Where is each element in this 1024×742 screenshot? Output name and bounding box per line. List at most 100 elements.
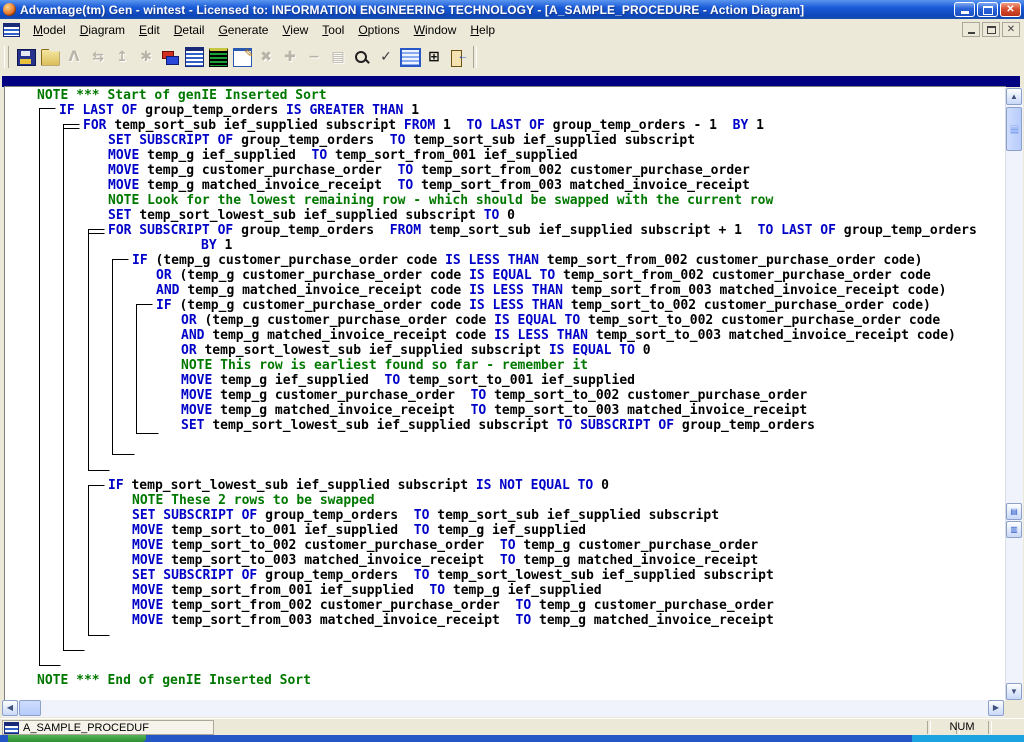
- menu-view[interactable]: View: [275, 20, 315, 40]
- title-bar[interactable]: Advantage(tm) Gen - wintest - Licensed t…: [0, 0, 1024, 19]
- code-line: SET temp_sort_lowest_sub ief_supplied su…: [108, 209, 515, 222]
- code-line: IF (temp_g customer_purchase_order code …: [132, 254, 923, 267]
- code-line: MOVE temp_sort_to_002 customer_purchase_…: [132, 539, 758, 552]
- code-line: BY 1: [201, 239, 232, 252]
- scroll-right-button[interactable]: ▶: [988, 700, 1004, 716]
- code-line: MOVE temp_sort_to_003 matched_invoice_re…: [132, 554, 758, 567]
- code-line: MOVE temp_sort_from_003 matched_invoice_…: [132, 614, 774, 627]
- tile-windows-icon[interactable]: ⊞: [422, 45, 446, 69]
- code-line: IF temp_sort_lowest_sub ief_supplied sub…: [108, 479, 609, 492]
- add-icon[interactable]: ✚: [278, 45, 302, 69]
- vertical-scrollbar[interactable]: ▲ ▤ ▥ ▼: [1005, 88, 1023, 700]
- code-window-icon[interactable]: [206, 45, 230, 69]
- code-line: NOTE This row is earliest found so far -…: [181, 359, 588, 372]
- procedure-tab[interactable]: A_SAMPLE_PROCEDUF: [2, 720, 214, 735]
- code-line: AND temp_g matched_invoice_receipt code …: [181, 329, 956, 342]
- save-icon[interactable]: [14, 45, 38, 69]
- scroll-left-button[interactable]: ◀: [2, 700, 18, 716]
- copy-structure-icon[interactable]: ⇆: [86, 45, 110, 69]
- action-diagram-icon[interactable]: [3, 23, 20, 37]
- app-icon: [3, 3, 16, 16]
- code-line: NOTE *** Start of genIE Inserted Sort: [37, 89, 327, 102]
- code-line: SET SUBSCRIPT OF group_temp_orders TO te…: [132, 509, 719, 522]
- menu-diagram[interactable]: Diagram: [73, 20, 132, 40]
- toolbar-buttons: Λ⇆↥✱ ✖✚−▤ ✓ ⊞: [14, 45, 470, 69]
- remove-icon[interactable]: −: [302, 45, 326, 69]
- mdi-close-button[interactable]: ✕: [1002, 22, 1020, 37]
- minimize-button[interactable]: [954, 2, 975, 17]
- status-bar: A_SAMPLE_PROCEDUF NUM: [0, 718, 1024, 736]
- scroll-down-button[interactable]: ▼: [1006, 683, 1022, 700]
- menu-generate[interactable]: Generate: [211, 20, 275, 40]
- scroll-up-button[interactable]: ▲: [1006, 88, 1022, 105]
- blocks-icon[interactable]: [158, 45, 182, 69]
- scroll-page-down-button[interactable]: ▥: [1006, 521, 1022, 538]
- code-line: MOVE temp_g ief_supplied TO temp_sort_fr…: [108, 149, 578, 162]
- code-line: OR (temp_g customer_purchase_order code …: [156, 269, 931, 282]
- code-line: MOVE temp_g matched_invoice_receipt TO t…: [108, 179, 750, 192]
- code-line: IF LAST OF group_temp_orders IS GREATER …: [59, 104, 419, 117]
- edit-window-icon[interactable]: [230, 45, 254, 69]
- restore-button[interactable]: [977, 2, 998, 17]
- menu-bar-items: ModelDiagramEditDetailGenerateViewToolOp…: [26, 20, 502, 40]
- code-line: MOVE temp_g customer_purchase_order TO t…: [181, 389, 807, 402]
- system-tray-sliver: [912, 735, 1024, 742]
- code-line: AND temp_g matched_invoice_receipt code …: [156, 284, 947, 297]
- detail-window-icon[interactable]: [182, 45, 206, 69]
- menu-edit[interactable]: Edit: [132, 20, 167, 40]
- toolbar-separator: [473, 46, 477, 68]
- move-up-icon[interactable]: ↥: [110, 45, 134, 69]
- pages-icon[interactable]: ▤: [326, 45, 350, 69]
- close-button[interactable]: ✕: [1000, 2, 1021, 17]
- menu-model[interactable]: Model: [26, 20, 73, 40]
- menu-help[interactable]: Help: [463, 20, 502, 40]
- check-icon[interactable]: ✓: [374, 45, 398, 69]
- code-line: MOVE temp_g matched_invoice_receipt TO t…: [181, 404, 807, 417]
- open-icon[interactable]: [38, 45, 62, 69]
- mdi-restore-button[interactable]: [982, 22, 1000, 37]
- code-line: MOVE temp_sort_from_002 customer_purchas…: [132, 599, 774, 612]
- code-line: SET SUBSCRIPT OF group_temp_orders TO te…: [108, 134, 695, 147]
- menu-window[interactable]: Window: [407, 20, 464, 40]
- code-line: MOVE temp_sort_from_001 ief_supplied TO …: [132, 584, 602, 597]
- caret-icon[interactable]: Λ: [62, 45, 86, 69]
- procedure-label: A_SAMPLE_PROCEDUF: [23, 722, 149, 734]
- exit-icon[interactable]: [446, 45, 470, 69]
- code-line: IF (temp_g customer_purchase_order code …: [156, 299, 931, 312]
- mdi-minimize-button[interactable]: [962, 22, 980, 37]
- num-lock-indicator: NUM: [934, 721, 990, 733]
- code-line: OR (temp_g customer_purchase_order code …: [181, 314, 940, 327]
- status-divider: [988, 721, 992, 734]
- window-view-icon[interactable]: [398, 45, 422, 69]
- status-divider: [927, 721, 931, 734]
- code-line: FOR temp_sort_sub ief_supplied subscript…: [83, 119, 764, 132]
- application-window: Advantage(tm) Gen - wintest - Licensed t…: [0, 0, 1024, 742]
- zoom-icon[interactable]: [350, 45, 374, 69]
- start-button-sliver[interactable]: [8, 735, 146, 742]
- vertical-scroll-thumb[interactable]: [1006, 107, 1022, 151]
- expand-icon[interactable]: ✱: [134, 45, 158, 69]
- code-line: SET SUBSCRIPT OF group_temp_orders TO te…: [132, 569, 774, 582]
- code-line: NOTE *** End of genIE Inserted Sort: [37, 674, 311, 687]
- code-line: NOTE Look for the lowest remaining row -…: [108, 194, 773, 207]
- scroll-page-up-button[interactable]: ▤: [1006, 503, 1022, 520]
- toolbar: Λ⇆↥✱ ✖✚−▤ ✓ ⊞: [0, 41, 1024, 74]
- delete-icon[interactable]: ✖: [254, 45, 278, 69]
- code-line: MOVE temp_g ief_supplied TO temp_sort_to…: [181, 374, 635, 387]
- taskbar-sliver: [0, 735, 1024, 742]
- workspace: NOTE *** Start of genIE Inserted Sort IF …: [0, 73, 1024, 718]
- horizontal-scrollbar[interactable]: ◀ ▶: [2, 700, 1004, 717]
- horizontal-scroll-thumb[interactable]: [19, 700, 41, 716]
- menu-bar: ModelDiagramEditDetailGenerateViewToolOp…: [0, 19, 1024, 42]
- menu-detail[interactable]: Detail: [167, 20, 212, 40]
- code-line: MOVE temp_sort_to_001 ief_supplied TO te…: [132, 524, 586, 537]
- window-title: Advantage(tm) Gen - wintest - Licensed t…: [20, 3, 804, 17]
- action-diagram-canvas[interactable]: NOTE *** Start of genIE Inserted Sort IF …: [4, 86, 1006, 701]
- code-line: MOVE temp_g customer_purchase_order TO t…: [108, 164, 750, 177]
- menu-tool[interactable]: Tool: [315, 20, 351, 40]
- menu-options[interactable]: Options: [351, 20, 406, 40]
- code-line: NOTE These 2 rows to be swapped: [132, 494, 375, 507]
- toolbar-grip[interactable]: [4, 46, 9, 68]
- code-line: FOR SUBSCRIPT OF group_temp_orders FROM …: [108, 224, 977, 237]
- code-line: OR temp_sort_lowest_sub ief_supplied sub…: [181, 344, 651, 357]
